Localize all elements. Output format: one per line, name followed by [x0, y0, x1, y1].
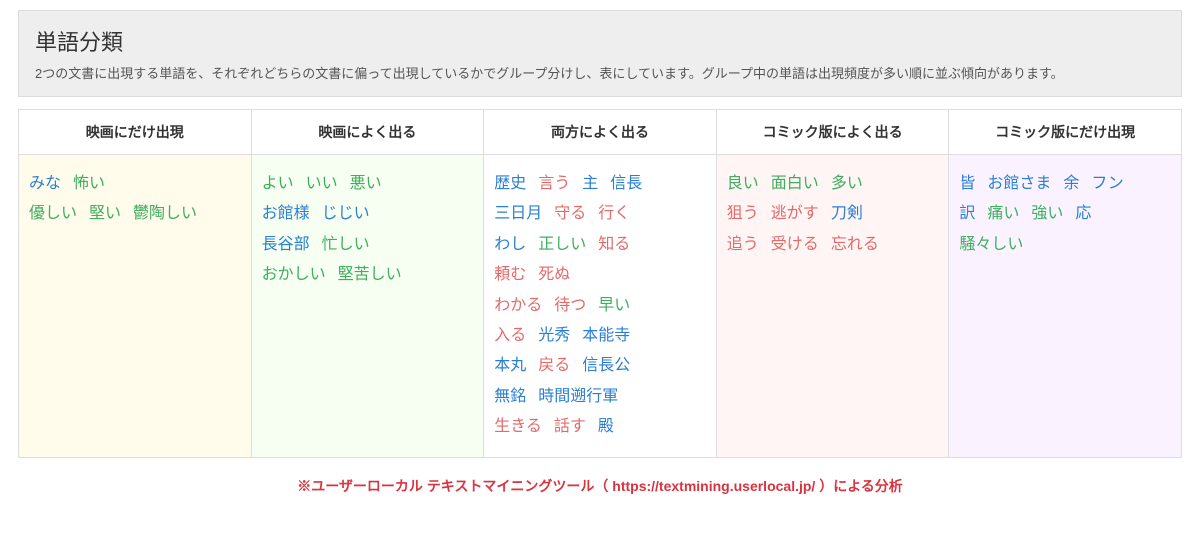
- word-item: よい: [262, 175, 294, 192]
- cell-both: 歴史言う主信長三日月守る行くわし正しい知る頼む死ぬわかる待つ早い入る光秀本能寺本…: [484, 155, 717, 458]
- cell-only-movie: みな怖い優しい堅い鬱陶しい: [19, 155, 252, 458]
- word-item: 優しい: [29, 205, 77, 222]
- word-item: 受ける: [771, 236, 819, 253]
- word-item: 話す: [554, 418, 586, 435]
- word-item: 頼む: [494, 266, 526, 283]
- word-item: 訳: [959, 205, 975, 222]
- credit-suffix: ）による分析: [815, 478, 902, 494]
- word-item: 知る: [598, 236, 630, 253]
- word-item: お館様: [262, 205, 310, 222]
- col-header-both: 両方によく出る: [484, 110, 717, 155]
- word-item: 信長公: [582, 357, 630, 374]
- word-item: 余: [1063, 175, 1079, 192]
- word-item: 忙しい: [322, 236, 370, 253]
- word-item: 鬱陶しい: [133, 205, 197, 222]
- word-item: 早い: [598, 297, 630, 314]
- word-item: わかる: [494, 297, 542, 314]
- word-item: 死ぬ: [538, 266, 570, 283]
- section-header: 単語分類 2つの文書に出現する単語を、それぞれどちらの文書に偏って出現しているか…: [18, 10, 1182, 97]
- word-classification-table: 映画にだけ出現 映画によく出る 両方によく出る コミック版によく出る コミック版…: [18, 109, 1182, 458]
- word-item: フン: [1091, 175, 1123, 192]
- word-item: 光秀: [538, 327, 570, 344]
- word-item: 堅苦しい: [338, 266, 402, 283]
- word-item: 騒々しい: [959, 236, 1023, 253]
- col-header-often-movie: 映画によく出る: [251, 110, 484, 155]
- word-item: 守る: [554, 205, 586, 222]
- word-item: 言う: [538, 175, 570, 192]
- word-item: 三日月: [494, 205, 542, 222]
- word-item: 主: [582, 175, 598, 192]
- word-item: 強い: [1031, 205, 1063, 222]
- word-item: 無銘: [494, 388, 526, 405]
- word-item: みな: [29, 175, 61, 192]
- credit-link[interactable]: https://textmining.userlocal.jp/: [612, 478, 815, 494]
- section-description: 2つの文書に出現する単語を、それぞれどちらの文書に偏って出現しているかでグループ…: [35, 63, 1165, 82]
- word-item: 戻る: [538, 357, 570, 374]
- credit-line: ※ユーザーローカル テキストマイニングツール（ https://textmini…: [18, 476, 1182, 496]
- word-item: わし: [494, 236, 526, 253]
- word-item: 逃がす: [771, 205, 819, 222]
- word-item: いい: [306, 175, 338, 192]
- word-item: お館さま: [987, 175, 1051, 192]
- word-item: 時間遡行軍: [538, 388, 618, 405]
- word-item: 長谷部: [262, 236, 310, 253]
- word-item: 面白い: [771, 175, 819, 192]
- word-item: 行く: [598, 205, 630, 222]
- cell-only-comic: 皆お館さま余フン訳痛い強い応騒々しい: [949, 155, 1182, 458]
- word-item: 本丸: [494, 357, 526, 374]
- col-header-only-movie: 映画にだけ出現: [19, 110, 252, 155]
- col-header-often-comic: コミック版によく出る: [716, 110, 949, 155]
- word-item: 狙う: [727, 205, 759, 222]
- word-item: 忘れる: [831, 236, 879, 253]
- word-item: 刀剣: [831, 205, 863, 222]
- word-item: 痛い: [987, 205, 1019, 222]
- credit-prefix: ※ユーザーローカル テキストマイニングツール（: [297, 478, 612, 494]
- cell-often-movie: よいいい悪いお館様じじい長谷部忙しいおかしい堅苦しい: [251, 155, 484, 458]
- word-item: 堅い: [89, 205, 121, 222]
- word-item: 皆: [959, 175, 975, 192]
- word-item: 待つ: [554, 297, 586, 314]
- word-item: 殿: [598, 418, 614, 435]
- table-row: みな怖い優しい堅い鬱陶しい よいいい悪いお館様じじい長谷部忙しいおかしい堅苦しい…: [19, 155, 1182, 458]
- word-item: 応: [1075, 205, 1091, 222]
- word-item: 生きる: [494, 418, 542, 435]
- word-item: 信長: [610, 175, 642, 192]
- section-title: 単語分類: [35, 25, 1165, 57]
- word-item: 歴史: [494, 175, 526, 192]
- word-item: じじい: [322, 205, 370, 222]
- word-item: 追う: [727, 236, 759, 253]
- word-item: おかしい: [262, 266, 326, 283]
- word-item: 多い: [831, 175, 863, 192]
- col-header-only-comic: コミック版にだけ出現: [949, 110, 1182, 155]
- word-item: 怖い: [73, 175, 105, 192]
- cell-often-comic: 良い面白い多い狙う逃がす刀剣追う受ける忘れる: [716, 155, 949, 458]
- word-item: 悪い: [350, 175, 382, 192]
- word-item: 入る: [494, 327, 526, 344]
- table-header-row: 映画にだけ出現 映画によく出る 両方によく出る コミック版によく出る コミック版…: [19, 110, 1182, 155]
- word-item: 本能寺: [582, 327, 630, 344]
- word-item: 良い: [727, 175, 759, 192]
- word-item: 正しい: [538, 236, 586, 253]
